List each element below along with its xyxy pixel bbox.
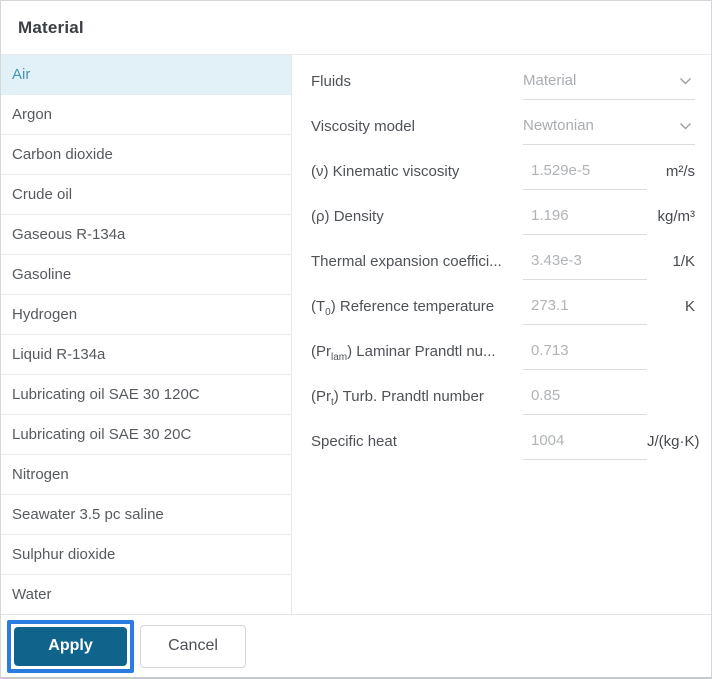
material-item-sulphur-dioxide[interactable]: Sulphur dioxide <box>1 535 291 575</box>
turbulent-prandtl-number-input[interactable]: 0.85 <box>523 387 647 415</box>
field-control-fluids: Material <box>523 72 695 100</box>
field-label-specific-heat: Specific heat <box>311 433 397 450</box>
material-item-seawater-3-5-pc-saline[interactable]: Seawater 3.5 pc saline <box>1 495 291 535</box>
field-label-laminar-prandtl-number: (Prlam) Laminar Prandtl nu... <box>311 343 496 360</box>
form-row-kinematic-viscosity: (ν) Kinematic viscosity 1.529e-5 m²/s <box>311 162 695 207</box>
material-item-gaseous-r-134a[interactable]: Gaseous R-134a <box>1 215 291 255</box>
reference-temperature-unit: K <box>684 298 695 315</box>
material-item-label: Water <box>12 586 52 603</box>
field-label-kinematic-viscosity: (ν) Kinematic viscosity <box>311 163 460 180</box>
field-label-fluids: Fluids <box>311 73 352 90</box>
thermal-expansion-coefficient-unit: 1/K <box>672 253 695 270</box>
dialog-footer: Apply Cancel <box>1 614 711 677</box>
material-item-label: Gaseous R-134a <box>12 226 126 243</box>
field-control-thermal-expansion-coefficient: 3.43e-3 1/K <box>523 252 695 280</box>
material-item-label: Argon <box>12 106 53 123</box>
form-row-turbulent-prandtl-number: (Prt) Turb. Prandtl number 0.85 <box>311 387 695 432</box>
form-row-laminar-prandtl-number: (Prlam) Laminar Prandtl nu... 0.713 <box>311 342 695 387</box>
material-item-label: Crude oil <box>12 186 73 203</box>
density-input[interactable]: 1.196 <box>523 207 647 235</box>
material-item-crude-oil[interactable]: Crude oil <box>1 175 291 215</box>
form-row-reference-temperature: (T0) Reference temperature 273.1 K <box>311 297 695 342</box>
specific-heat-input[interactable]: 1004 <box>523 432 647 460</box>
field-control-viscosity-model: Newtonian <box>523 117 695 145</box>
material-item-lubricating-oil-sae-30-20c[interactable]: Lubricating oil SAE 30 20C <box>1 415 291 455</box>
material-item-label: Liquid R-134a <box>12 346 106 363</box>
reference-temperature-input[interactable]: 273.1 <box>523 297 647 325</box>
field-control-density: 1.196 kg/m³ <box>523 207 695 235</box>
material-item-label: Hydrogen <box>12 306 78 323</box>
material-item-label: Lubricating oil SAE 30 120C <box>12 386 200 403</box>
dialog-body: Air Argon Carbon dioxide Crude oil Gaseous R… <box>1 55 711 614</box>
material-item-label: Seawater 3.5 pc saline <box>12 506 164 523</box>
kinematic-viscosity-input[interactable]: 1.529e-5 <box>523 162 647 190</box>
field-control-turbulent-prandtl-number: 0.85 <box>523 387 695 415</box>
material-item-label: Lubricating oil SAE 30 20C <box>12 426 192 443</box>
field-label-thermal-expansion-coefficient: Thermal expansion coeffici... <box>311 253 502 270</box>
form-row-fluids: Fluids Material <box>311 72 695 117</box>
material-item-gasoline[interactable]: Gasoline <box>1 255 291 295</box>
material-item-water[interactable]: Water <box>1 575 291 614</box>
field-label-density: (ρ) Density <box>311 208 384 225</box>
kinematic-viscosity-unit: m²/s <box>665 163 695 180</box>
properties-form: Fluids Material Viscosity model Newtonian (ν… <box>292 55 711 614</box>
density-unit: kg/m³ <box>657 208 696 225</box>
material-item-label: Air <box>12 66 31 83</box>
thermal-expansion-coefficient-input[interactable]: 3.43e-3 <box>523 252 647 280</box>
form-row-viscosity-model: Viscosity model Newtonian <box>311 117 695 162</box>
laminar-prandtl-number-input[interactable]: 0.713 <box>523 342 647 370</box>
field-label-reference-temperature: (T0) Reference temperature <box>311 298 495 315</box>
material-item-argon[interactable]: Argon <box>1 95 291 135</box>
fluids-selected-value: Material <box>523 72 577 89</box>
chevron-down-icon <box>680 122 691 129</box>
material-item-label: Gasoline <box>12 266 72 283</box>
dialog-header: Material <box>1 1 711 55</box>
apply-button[interactable]: Apply <box>14 626 127 666</box>
fluids-select[interactable]: Material <box>523 72 695 100</box>
apply-button-highlight: Apply <box>7 619 134 673</box>
material-item-lubricating-oil-sae-30-120c[interactable]: Lubricating oil SAE 30 120C <box>1 375 291 415</box>
field-control-laminar-prandtl-number: 0.713 <box>523 342 695 370</box>
form-row-density: (ρ) Density 1.196 kg/m³ <box>311 207 695 252</box>
field-control-reference-temperature: 273.1 K <box>523 297 695 325</box>
form-row-specific-heat: Specific heat 1004 J/(kg·K) <box>311 432 700 477</box>
material-item-label: Nitrogen <box>12 466 69 483</box>
material-item-air[interactable]: Air <box>1 55 291 95</box>
chevron-down-icon <box>680 77 691 84</box>
material-item-hydrogen[interactable]: Hydrogen <box>1 295 291 335</box>
field-control-kinematic-viscosity: 1.529e-5 m²/s <box>523 162 695 190</box>
material-item-liquid-r-134a[interactable]: Liquid R-134a <box>1 335 291 375</box>
field-label-viscosity-model: Viscosity model <box>311 118 415 135</box>
field-control-specific-heat: 1004 J/(kg·K) <box>523 432 700 460</box>
dialog-title: Material <box>18 17 84 37</box>
specific-heat-unit: J/(kg·K) <box>647 433 700 450</box>
material-item-carbon-dioxide[interactable]: Carbon dioxide <box>1 135 291 175</box>
material-item-nitrogen[interactable]: Nitrogen <box>1 455 291 495</box>
material-item-label: Sulphur dioxide <box>12 546 116 563</box>
materials-list: Air Argon Carbon dioxide Crude oil Gaseous R… <box>1 55 292 614</box>
field-label-turbulent-prandtl-number: (Prt) Turb. Prandtl number <box>311 388 484 405</box>
cancel-button[interactable]: Cancel <box>140 624 246 668</box>
viscosity-model-selected-value: Newtonian <box>523 117 594 134</box>
form-row-thermal-expansion-coefficient: Thermal expansion coeffici... 3.43e-3 1/K <box>311 252 695 297</box>
material-dialog: Material Air Argon Carbon dioxide Crude oil… <box>0 0 712 679</box>
viscosity-model-select[interactable]: Newtonian <box>523 117 695 145</box>
material-item-label: Carbon dioxide <box>12 146 113 163</box>
